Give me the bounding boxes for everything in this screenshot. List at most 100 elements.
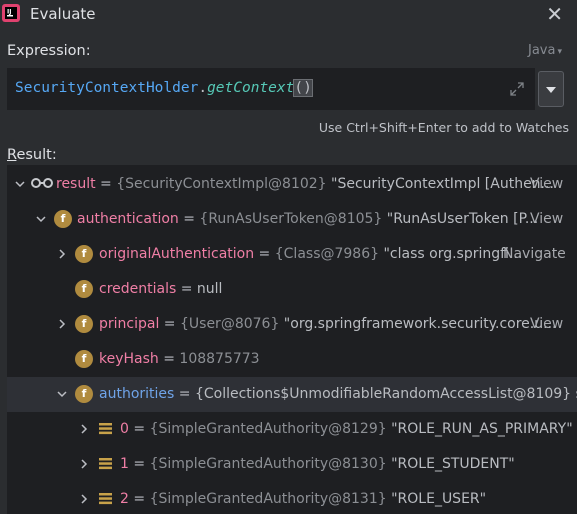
code-class: SecurityContextHolder	[15, 80, 199, 96]
svg-text:IJ: IJ	[7, 9, 11, 16]
row-name: principal	[99, 316, 160, 332]
row-type: {SimpleGrantedAuthority@8129}	[149, 421, 387, 437]
row-type: {SimpleGrantedAuthority@8130}	[149, 456, 387, 472]
row-text: originalAuthentication = {Class@7986} "c…	[99, 246, 522, 262]
row-text: authorities = {Collections$UnmodifiableR…	[99, 386, 577, 402]
result-tree[interactable]: result = {SecurityContextImpl@8102} "Sec…	[7, 165, 577, 514]
window-title: Evaluate	[30, 5, 96, 23]
row-type: {User@8076}	[180, 316, 280, 332]
row-name: keyHash	[99, 351, 159, 367]
expression-code[interactable]: SecurityContextHolder.getContext()	[15, 79, 313, 97]
tree-row-item-0[interactable]: 0 = {SimpleGrantedAuthority@8129} "ROLE_…	[7, 412, 577, 447]
chevron-down-icon	[546, 87, 556, 93]
row-name: 0	[120, 421, 129, 437]
field-icon: f	[75, 350, 93, 368]
list-icon	[99, 458, 112, 470]
list-icon	[99, 423, 112, 435]
row-value: 108875773	[179, 351, 260, 367]
row-value: "ROLE_USER"	[386, 491, 487, 507]
view-link[interactable]: View	[530, 211, 563, 227]
row-eq: =	[254, 246, 275, 262]
row-name: authentication	[77, 211, 179, 227]
row-type: {SecurityContextImpl@8102}	[116, 176, 327, 192]
field-icon: f	[75, 245, 93, 263]
tree-row-key-hash[interactable]: f keyHash = 108875773	[7, 342, 577, 377]
view-link[interactable]: View	[530, 316, 563, 332]
row-value: "RunAsUserToken [P...	[382, 211, 539, 227]
intellij-icon: IJ	[2, 4, 20, 22]
tree-row-authentication[interactable]: f authentication = {RunAsUserToken@8105}…	[7, 202, 577, 237]
row-text: credentials = null	[99, 281, 222, 297]
tree-row-credentials[interactable]: f credentials = null	[7, 272, 577, 307]
row-type: {Collections$UnmodifiableRandomAccessLis…	[194, 386, 572, 402]
chevron-down-icon[interactable]	[15, 179, 25, 189]
glasses-icon	[31, 178, 53, 188]
result-label-rest: esult:	[16, 147, 57, 163]
row-name: credentials	[99, 281, 177, 297]
row-text: 0 = {SimpleGrantedAuthority@8129} "ROLE_…	[120, 421, 573, 437]
row-name: originalAuthentication	[99, 246, 255, 262]
chevron-right-icon[interactable]	[79, 459, 89, 469]
row-eq: =	[95, 176, 117, 192]
row-text: principal = {User@8076} "org.springframe…	[99, 316, 556, 332]
row-eq: =	[178, 211, 200, 227]
chevron-down-icon: ▾	[557, 47, 562, 57]
expression-label: Expression:	[7, 43, 91, 59]
row-eq: =	[174, 386, 195, 402]
row-value: "class org.springfi...	[379, 246, 523, 262]
tree-row-authorities[interactable]: f authorities = {Collections$Unmodifiabl…	[7, 377, 577, 412]
row-eq: =	[128, 491, 150, 507]
tree-row-original-authentication[interactable]: f originalAuthentication = {Class@7986} …	[7, 237, 577, 272]
expand-icon[interactable]	[509, 81, 525, 97]
row-eq: =	[128, 421, 150, 437]
field-icon: f	[75, 385, 93, 403]
row-text: result = {SecurityContextImpl@8102} "Sec…	[56, 176, 554, 192]
tree-row-principal[interactable]: f principal = {User@8076} "org.springfra…	[7, 307, 577, 342]
chevron-right-icon[interactable]	[79, 494, 89, 504]
row-eq: =	[158, 351, 180, 367]
chevron-right-icon[interactable]	[79, 424, 89, 434]
history-dropdown-button[interactable]	[538, 71, 564, 107]
field-icon: f	[75, 315, 93, 333]
language-selector[interactable]: Java ▾	[528, 43, 562, 58]
row-type: {SimpleGrantedAuthority@8131}	[149, 491, 387, 507]
row-text: 1 = {SimpleGrantedAuthority@8130} "ROLE_…	[120, 456, 515, 472]
chevron-right-icon[interactable]	[57, 249, 67, 259]
row-eq: =	[176, 281, 197, 297]
row-value: null	[196, 281, 223, 297]
row-text: authentication = {RunAsUserToken@8105} "…	[77, 211, 538, 227]
field-icon: f	[54, 210, 72, 228]
field-icon: f	[75, 280, 93, 298]
title-bar: IJ Evaluate ✕	[0, 0, 577, 28]
tree-row-result[interactable]: result = {SecurityContextImpl@8102} "Sec…	[7, 167, 577, 202]
row-value: "org.springframework.security.core.u...	[279, 316, 557, 332]
row-name: authorities	[99, 386, 175, 402]
chevron-right-icon[interactable]	[57, 319, 67, 329]
row-name: result	[56, 176, 96, 192]
view-link[interactable]: View	[530, 176, 563, 192]
row-value: "ROLE_RUN_AS_PRIMARY"	[386, 421, 573, 437]
row-eq: =	[128, 456, 150, 472]
expression-editor[interactable]: SecurityContextHolder.getContext()	[7, 68, 535, 110]
code-method: getContext	[207, 80, 295, 96]
row-name: 1	[120, 456, 129, 472]
close-icon[interactable]: ✕	[546, 2, 563, 26]
watches-hint: Use Ctrl+Shift+Enter to add to Watches	[318, 120, 569, 135]
row-text: keyHash = 108875773	[99, 351, 260, 367]
chevron-down-icon[interactable]	[57, 389, 67, 399]
tree-row-item-1[interactable]: 1 = {SimpleGrantedAuthority@8130} "ROLE_…	[7, 447, 577, 482]
row-value: "SecurityContextImpl [Authen...	[326, 176, 554, 192]
result-label: Result:	[7, 147, 57, 163]
row-value: si	[571, 386, 577, 402]
list-icon	[99, 493, 112, 505]
language-label: Java	[528, 43, 556, 58]
tree-row-item-2[interactable]: 2 = {SimpleGrantedAuthority@8131} "ROLE_…	[7, 482, 577, 514]
row-type: {RunAsUserToken@8105}	[199, 211, 383, 227]
row-text: 2 = {SimpleGrantedAuthority@8131} "ROLE_…	[120, 491, 486, 507]
row-type: {Class@7986}	[274, 246, 380, 262]
row-value: "ROLE_STUDENT"	[386, 456, 515, 472]
navigate-link[interactable]: Navigate	[503, 246, 566, 262]
row-name: 2	[120, 491, 129, 507]
code-dot: .	[198, 80, 208, 96]
chevron-down-icon[interactable]	[36, 214, 46, 224]
